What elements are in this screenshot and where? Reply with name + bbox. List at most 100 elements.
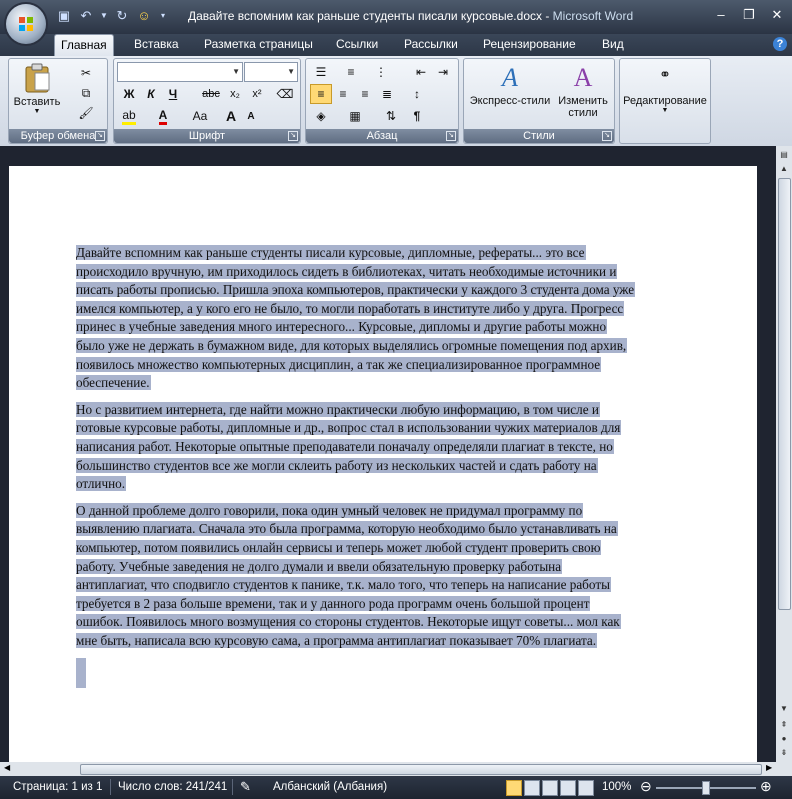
scroll-down-icon[interactable]: ▼: [777, 702, 791, 716]
superscript-button[interactable]: x²: [246, 84, 268, 104]
selection-end-marker: [76, 658, 86, 689]
cut-icon[interactable]: ✂: [75, 63, 97, 83]
smiley-icon[interactable]: ☺: [136, 8, 152, 24]
document-page[interactable]: Давайте вспомним как раньше студенты пис…: [9, 166, 757, 766]
undo-icon[interactable]: ↶: [78, 8, 94, 24]
help-icon[interactable]: ?: [773, 37, 787, 51]
multilevel-list-icon[interactable]: ⋮: [370, 62, 392, 82]
align-right-icon[interactable]: ≡: [354, 84, 376, 104]
page-indicator[interactable]: Страница: 1 из 1: [13, 781, 102, 793]
format-painter-icon[interactable]: 🖌: [75, 103, 97, 123]
zoom-level[interactable]: 100%: [602, 781, 631, 793]
paragraph[interactable]: Давайте вспомним как раньше студенты пис…: [76, 244, 706, 393]
strikethrough-button[interactable]: abc: [198, 84, 224, 104]
editing-button[interactable]: ⚭ Редактирование ▼: [620, 63, 710, 114]
font-name-combo[interactable]: ▼: [117, 62, 243, 82]
restore-icon[interactable]: ❐: [742, 7, 756, 23]
horizontal-scrollbar[interactable]: ◀ ▶: [0, 762, 792, 776]
language-indicator[interactable]: Албанский (Албания): [273, 781, 387, 793]
scroll-up-icon[interactable]: ▲: [777, 162, 791, 176]
editing-group: ⚭ Редактирование ▼: [619, 58, 711, 144]
line-spacing-icon[interactable]: ↕: [406, 84, 428, 104]
font-size-combo[interactable]: ▼: [244, 62, 298, 82]
full-screen-reading-view-icon[interactable]: [524, 780, 540, 796]
next-page-icon[interactable]: ⇟: [777, 746, 791, 760]
paragraph[interactable]: О данной проблеме долго говорили, пока о…: [76, 502, 706, 651]
paragraph[interactable]: Но с развитием интернета, где найти можн…: [76, 401, 706, 494]
customize-toolbar-icon[interactable]: ▾: [158, 8, 168, 24]
bullets-icon[interactable]: ☰: [310, 62, 332, 82]
web-layout-view-icon[interactable]: [542, 780, 558, 796]
text-line: ошибок. Появилось много возмущения со ст…: [76, 614, 621, 630]
bold-button[interactable]: Ж: [118, 84, 140, 104]
select-browse-object-icon[interactable]: ●: [777, 732, 791, 746]
text-line: требуется в 2 раза больше времени, так и…: [76, 595, 591, 611]
subscript-button[interactable]: x₂: [224, 84, 246, 104]
quick-styles-icon: A: [502, 63, 518, 92]
status-bar: Страница: 1 из 1 Число слов: 241/241 ✎ А…: [0, 776, 792, 799]
outline-view-icon[interactable]: [560, 780, 576, 796]
zoom-in-icon[interactable]: ⊕: [760, 778, 772, 795]
italic-button[interactable]: К: [140, 84, 162, 104]
tab-insert[interactable]: Вставка: [128, 34, 185, 56]
zoom-out-icon[interactable]: ⊖: [640, 778, 652, 795]
increase-indent-icon[interactable]: ⇥: [432, 62, 454, 82]
document-text[interactable]: Давайте вспомним как раньше студенты пис…: [76, 244, 706, 694]
tab-home[interactable]: Главная: [54, 34, 114, 57]
redo-icon[interactable]: ↻: [114, 8, 130, 24]
minimize-icon[interactable]: –: [714, 7, 728, 23]
copy-icon[interactable]: ⧉: [75, 83, 97, 103]
paragraph-launcher-icon[interactable]: ↘: [446, 131, 456, 141]
paste-dropdown-icon[interactable]: ▼: [13, 108, 61, 115]
previous-page-icon[interactable]: ⇞: [777, 718, 791, 732]
vertical-scroll-thumb[interactable]: [778, 178, 791, 610]
show-marks-button[interactable]: ¶: [406, 106, 428, 126]
grow-font-button[interactable]: A: [220, 106, 242, 126]
align-left-icon[interactable]: ≡: [310, 84, 332, 104]
tab-references[interactable]: Ссылки: [330, 34, 384, 56]
undo-dropdown-icon[interactable]: ▼: [100, 8, 108, 24]
quick-styles-button[interactable]: A Экспресс-стили: [468, 63, 552, 107]
office-button[interactable]: [6, 4, 46, 44]
shrink-font-button[interactable]: A: [240, 106, 262, 126]
styles-launcher-icon[interactable]: ↘: [602, 131, 612, 141]
tab-page-layout[interactable]: Разметка страницы: [198, 34, 319, 56]
save-icon[interactable]: ▣: [56, 8, 72, 24]
shading-icon[interactable]: ◈: [310, 106, 332, 126]
tab-review[interactable]: Рецензирование: [477, 34, 582, 56]
ruler-toggle-icon[interactable]: ▤: [777, 148, 791, 162]
app-name: Microsoft Word: [552, 9, 634, 23]
change-styles-label-1: Изменить: [558, 95, 608, 107]
clear-formatting-icon[interactable]: ⌫: [274, 84, 296, 104]
change-styles-button[interactable]: A Изменить стили: [554, 63, 612, 119]
print-layout-view-icon[interactable]: [506, 780, 522, 796]
horizontal-scroll-thumb[interactable]: [80, 764, 762, 775]
align-center-icon[interactable]: ≡: [332, 84, 354, 104]
font-launcher-icon[interactable]: ↘: [288, 131, 298, 141]
highlight-icon[interactable]: ab: [118, 106, 140, 126]
justify-icon[interactable]: ≣: [376, 84, 398, 104]
clipboard-icon: [25, 63, 50, 93]
decrease-indent-icon[interactable]: ⇤: [410, 62, 432, 82]
close-icon[interactable]: ✕: [770, 7, 784, 23]
change-case-button[interactable]: Aa: [186, 106, 214, 126]
text-line: происходило вручную, им приходилось сиде…: [76, 263, 618, 279]
underline-button[interactable]: Ч: [162, 84, 184, 104]
draft-view-icon[interactable]: [578, 780, 594, 796]
paste-button[interactable]: Вставить ▼: [13, 63, 61, 115]
tab-mailings[interactable]: Рассылки: [398, 34, 464, 56]
tab-view[interactable]: Вид: [596, 34, 630, 56]
sort-icon[interactable]: ⇅: [380, 106, 402, 126]
scroll-left-icon[interactable]: ◀: [4, 763, 10, 772]
clipboard-launcher-icon[interactable]: ↘: [95, 131, 105, 141]
word-count[interactable]: Число слов: 241/241: [118, 781, 227, 793]
scroll-right-icon[interactable]: ▶: [766, 763, 772, 772]
text-line: мне быть, написала всю курсовую сама, а …: [76, 632, 598, 648]
font-color-icon[interactable]: A: [152, 106, 174, 126]
zoom-slider-handle[interactable]: [702, 781, 710, 795]
proofing-icon[interactable]: ✎: [240, 779, 251, 795]
vertical-scrollbar[interactable]: ▤ ▲ ▼ ⇞ ● ⇟: [776, 146, 792, 762]
text-line: появилось множество компьютерных дисципл…: [76, 356, 602, 372]
numbering-icon[interactable]: ≡: [340, 62, 362, 82]
borders-icon[interactable]: ▦: [344, 106, 366, 126]
